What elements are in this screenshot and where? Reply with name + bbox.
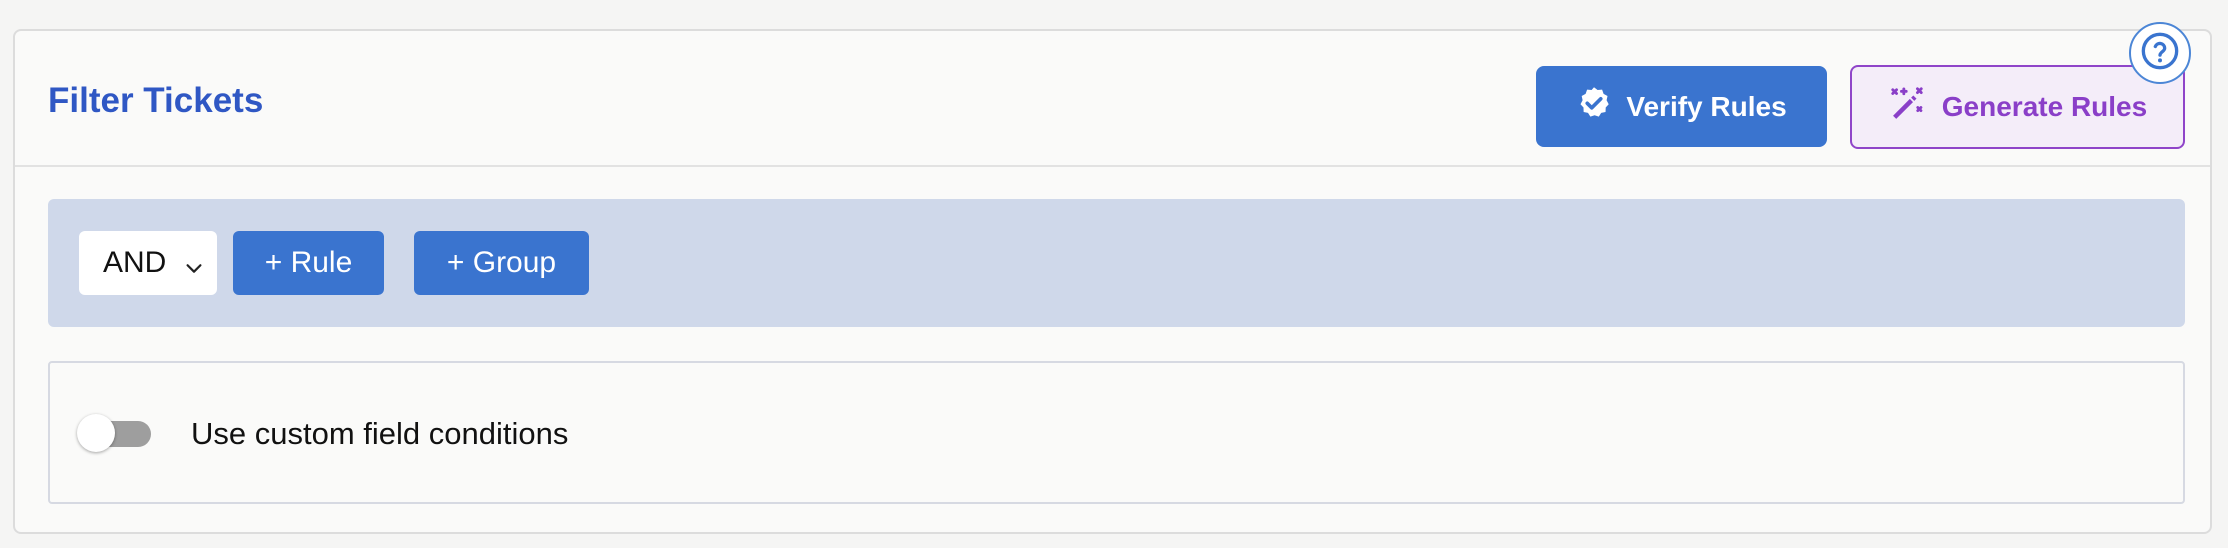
add-rule-button[interactable]: + Rule (233, 231, 384, 295)
combinator-value: AND (103, 246, 167, 279)
help-button[interactable] (2129, 22, 2191, 84)
chevron-down-icon (183, 253, 205, 287)
toggle-knob (77, 414, 115, 452)
page-title: Filter Tickets (48, 81, 264, 120)
question-circle-icon (2140, 31, 2180, 76)
custom-field-toggle-label: Use custom field conditions (191, 416, 569, 451)
rule-group-toolbar: AND + Rule + Group (48, 199, 2185, 327)
magic-wand-icon (1888, 85, 1926, 130)
card-header: Filter Tickets Verify Rules Generate Rul… (15, 22, 2210, 167)
verify-rules-button[interactable]: Verify Rules (1536, 66, 1827, 147)
generate-rules-button[interactable]: Generate Rules (1850, 65, 2185, 149)
filter-tickets-card: Filter Tickets Verify Rules Generate Rul… (13, 22, 2212, 534)
add-group-button[interactable]: + Group (414, 231, 589, 295)
combinator-select[interactable]: AND (79, 231, 217, 295)
generate-rules-label: Generate Rules (1941, 91, 2148, 122)
custom-field-toggle[interactable] (77, 414, 153, 452)
verified-badge-icon (1576, 85, 1612, 128)
custom-field-conditions-panel: Use custom field conditions (48, 361, 2185, 504)
verify-rules-label: Verify Rules (1626, 90, 1787, 122)
